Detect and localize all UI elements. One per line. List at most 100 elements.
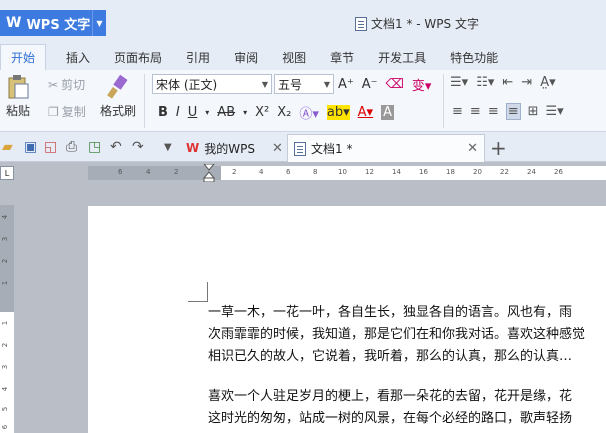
grow-font-icon[interactable]: A⁺ xyxy=(338,77,354,92)
document-line[interactable]: 这时光的匆匆，站成一树的风景，在每个必经的路口，歌声轻扬 xyxy=(208,408,606,430)
window-title: 文档1 * - WPS 文字 xyxy=(355,15,479,32)
horizontal-ruler[interactable]: 6 4 2 2 4 6 8 10 12 14 16 18 20 22 24 26 xyxy=(88,164,606,182)
align-right-icon[interactable]: ≡ xyxy=(488,104,499,119)
document-icon xyxy=(294,141,306,156)
wps-logo-icon: W xyxy=(6,15,22,31)
copy-label: 复制 xyxy=(61,105,86,119)
tab-insert[interactable]: 插入 xyxy=(54,44,102,70)
ruler-tick: 16 xyxy=(419,168,428,176)
save-icon[interactable]: ▣ xyxy=(24,139,37,155)
paste-button[interactable]: 粘贴 xyxy=(6,74,30,119)
document-line[interactable]: 喜欢一个人驻足岁月的梗上，看那一朵花的去留，花开是缘，花 xyxy=(208,386,606,408)
justify-icon[interactable]: ≡ xyxy=(505,103,521,120)
scissors-icon: ✂ xyxy=(48,77,59,92)
chevron-down-icon[interactable]: ▾ xyxy=(205,108,209,117)
tab-page-layout[interactable]: 页面布局 xyxy=(102,44,174,70)
increase-indent-icon[interactable]: ⇥ xyxy=(521,75,532,90)
ruler-tick: 18 xyxy=(446,168,455,176)
redo-icon[interactable]: ↷ xyxy=(132,139,144,155)
ruler-tick: 4 xyxy=(146,168,151,176)
chinese-layout-icon[interactable]: A̤▾ xyxy=(540,75,555,90)
window-title-text: 文档1 * - WPS 文字 xyxy=(371,17,479,31)
copy-icon: ❐ xyxy=(48,104,59,119)
text-effect-icon[interactable]: Ⓐ▾ xyxy=(299,103,319,122)
chevron-down-icon[interactable]: ▼ xyxy=(92,10,106,36)
document-line[interactable]: 一草一木，一花一叶，各自生长，独显各自的语言。风也有，雨 xyxy=(208,302,606,324)
tab-home[interactable]: 开始 xyxy=(0,44,47,70)
open-folder-icon[interactable]: ▰ xyxy=(2,139,13,155)
ruler-tick: 14 xyxy=(392,168,401,176)
wps-logo-icon: W xyxy=(186,141,200,155)
chevron-down-icon[interactable]: ▾ xyxy=(243,108,247,117)
ruler-tick: 1 xyxy=(1,320,10,326)
paste-label: 粘贴 xyxy=(6,104,31,118)
print-icon[interactable]: ⎙ xyxy=(66,139,77,155)
font-tools-top: A⁺ A⁻ ⌫ 变▾ xyxy=(338,75,431,94)
tab-view[interactable]: 视图 xyxy=(270,44,318,70)
line-spacing-icon[interactable]: ☰▾ xyxy=(546,104,564,119)
underline-icon[interactable]: U xyxy=(188,105,198,120)
ruler-tick: 20 xyxy=(473,168,482,176)
tab-stop-selector[interactable]: L xyxy=(0,166,14,180)
highlight-icon[interactable]: ab▾ xyxy=(326,105,350,120)
ruler-tick: 6 xyxy=(1,424,10,430)
vertical-ruler[interactable]: 4 3 2 1 1 2 3 4 5 6 xyxy=(0,205,14,433)
cut-button[interactable]: ✂ 剪切 xyxy=(48,76,85,93)
document-tab-label: 文档1 * xyxy=(311,142,353,156)
shrink-font-icon[interactable]: A⁻ xyxy=(362,77,378,92)
numbered-list-icon[interactable]: ☷▾ xyxy=(476,75,494,90)
ruler-text-area xyxy=(0,312,14,433)
subscript-icon[interactable]: X₂ xyxy=(277,105,291,120)
align-left-icon[interactable]: ≡ xyxy=(452,104,463,119)
mywps-label: 我的WPS xyxy=(204,141,255,156)
export-pdf-icon[interactable]: ◱ xyxy=(44,139,57,155)
strikethrough-icon[interactable]: AB xyxy=(217,105,235,120)
ruler-tick: 2 xyxy=(1,258,10,264)
close-icon[interactable]: ✕ xyxy=(467,141,478,156)
clipboard-icon xyxy=(8,75,29,99)
close-icon[interactable]: ✕ xyxy=(272,141,283,156)
ruler-tick: 2 xyxy=(174,168,179,176)
bold-icon[interactable]: B xyxy=(158,105,168,120)
tab-references[interactable]: 引用 xyxy=(174,44,222,70)
font-family-select[interactable]: 宋体 (正文) ▼ xyxy=(152,74,272,94)
document-line[interactable]: 相识已久的故人，它说着，我听着，那么的认真，那么的认真… xyxy=(208,346,606,368)
bullet-list-icon[interactable]: ☰▾ xyxy=(450,75,468,90)
ruler-tick: 4 xyxy=(259,168,264,176)
italic-icon[interactable]: I xyxy=(176,105,180,120)
decrease-indent-icon[interactable]: ⇤ xyxy=(502,75,513,90)
phonetic-icon[interactable]: 变▾ xyxy=(412,75,432,94)
clear-format-icon[interactable]: ⌫ xyxy=(386,77,404,92)
paragraph-tools-top: ☰▾ ☷▾ ⇤ ⇥ A̤▾ xyxy=(450,75,556,90)
ruler-tick: 6 xyxy=(118,168,123,176)
tab-review[interactable]: 审阅 xyxy=(222,44,270,70)
font-color-icon[interactable]: A▾ xyxy=(358,105,373,120)
indent-marker-icon[interactable] xyxy=(203,164,215,182)
plus-icon[interactable]: + xyxy=(490,136,507,160)
document-line[interactable]: 次雨霏霏的时候，我知道，那是它们在和你我对话。喜欢这种感觉 xyxy=(208,324,606,346)
chevron-down-icon[interactable]: ▼ xyxy=(164,142,172,153)
tab-developer[interactable]: 开发工具 xyxy=(366,44,438,70)
align-center-icon[interactable]: ≡ xyxy=(470,104,481,119)
ruler-text-area xyxy=(221,166,606,180)
font-tools-bottom: B I U ▾ AB ▾ X² X₂ Ⓐ▾ ab▾ A▾ A xyxy=(158,103,394,122)
ruler-tick: 6 xyxy=(286,168,291,176)
font-family-value: 宋体 (正文) xyxy=(156,77,218,92)
superscript-icon[interactable]: X² xyxy=(255,105,269,120)
document-icon xyxy=(355,16,367,31)
undo-icon[interactable]: ↶ xyxy=(110,139,122,155)
tab-mywps[interactable]: W 我的WPS ✕ xyxy=(180,134,289,162)
app-menu-button[interactable]: W WPS 文字 ▼ xyxy=(0,10,106,36)
ruler-tick: 26 xyxy=(554,168,563,176)
ruler-tick: 5 xyxy=(1,406,10,412)
tab-special[interactable]: 特色功能 xyxy=(438,44,510,70)
print-preview-icon[interactable]: ◳ xyxy=(88,139,101,155)
format-painter-button[interactable]: 格式刷 xyxy=(100,74,136,119)
tab-section[interactable]: 章节 xyxy=(318,44,366,70)
tab-document[interactable]: 文档1 * ✕ xyxy=(287,134,485,162)
ruler-tick: 1 xyxy=(1,280,10,286)
char-shading-icon[interactable]: A xyxy=(381,105,394,120)
distribute-icon[interactable]: ⊞ xyxy=(528,104,539,119)
copy-button[interactable]: ❐ 复制 xyxy=(48,103,86,120)
font-size-select[interactable]: 五号 ▼ xyxy=(274,74,334,94)
